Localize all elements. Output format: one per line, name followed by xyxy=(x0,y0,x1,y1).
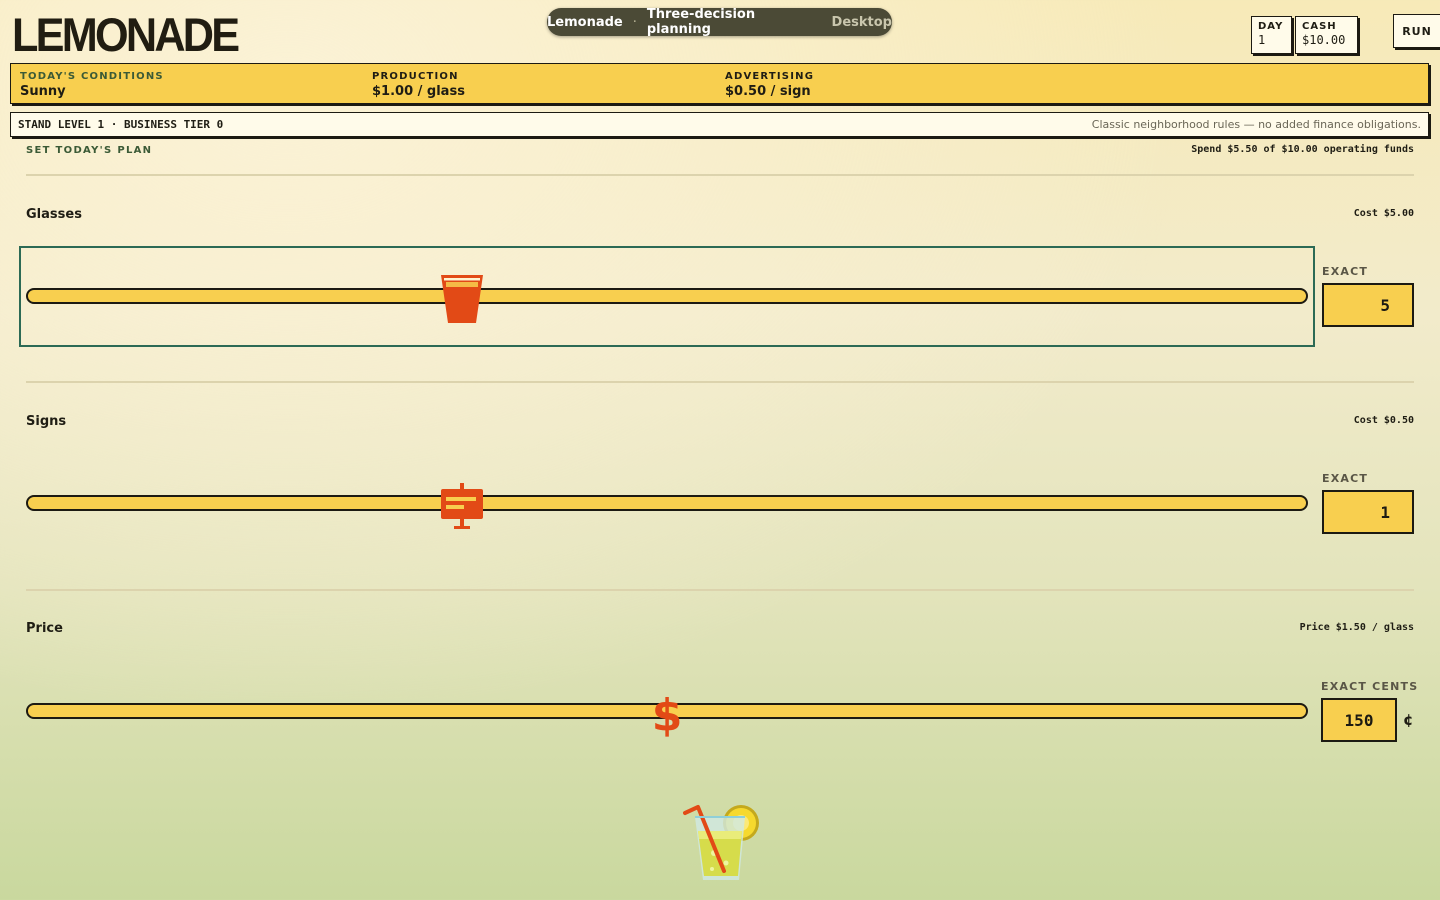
app-title-pill: Lemonade · Three-decision planning Deskt… xyxy=(547,7,892,37)
pill-mode: Desktop xyxy=(831,14,892,30)
signs-exact-input[interactable] xyxy=(1322,490,1414,534)
cash-label: CASH xyxy=(1302,21,1337,32)
glasses-label: Glasses xyxy=(26,207,82,222)
production-label: PRODUCTION xyxy=(372,71,459,82)
svg-text:$: $ xyxy=(652,690,683,737)
signs-cost: Cost $0.50 xyxy=(1353,415,1414,426)
conditions-today-value: Sunny xyxy=(20,84,66,99)
cent-unit: ¢ xyxy=(1403,711,1414,729)
day-stat: DAY 1 xyxy=(1251,16,1292,54)
cash-stat: CASH $10.00 xyxy=(1295,16,1358,54)
dollar-icon[interactable]: $ xyxy=(644,689,690,741)
pill-title: Lemonade xyxy=(547,14,623,30)
price-cost: Price $1.50 / glass xyxy=(1299,622,1414,633)
production-value: $1.00 / glass xyxy=(372,84,465,99)
sign-icon[interactable] xyxy=(439,480,485,536)
advertising-value: $0.50 / sign xyxy=(725,84,811,99)
cup-icon[interactable] xyxy=(439,272,485,330)
glasses-cost: Cost $5.00 xyxy=(1353,208,1414,219)
rules-note: Classic neighborhood rules — no added fi… xyxy=(1091,118,1421,131)
advertising-label: ADVERTISING xyxy=(725,71,815,82)
glasses-exact-label: EXACT xyxy=(1322,265,1369,278)
plan-spend: Spend $5.50 of $10.00 operating funds xyxy=(1191,144,1414,155)
glasses-exact-input[interactable] xyxy=(1322,283,1414,327)
app-logo: LEMONADE xyxy=(12,8,240,61)
cash-value: $10.00 xyxy=(1302,33,1346,47)
glasses-slider-track[interactable] xyxy=(26,288,1308,304)
signs-slider-track[interactable] xyxy=(26,495,1308,511)
lemonade-glass-icon xyxy=(682,803,764,889)
pill-separator: · xyxy=(632,14,637,30)
signs-label: Signs xyxy=(26,414,67,429)
signs-exact-label: EXACT xyxy=(1322,472,1369,485)
conditions-production: PRODUCTION $1.00 / glass xyxy=(372,71,465,99)
price-exact-input[interactable] xyxy=(1321,698,1397,742)
plan-heading: SET TODAY'S PLAN xyxy=(26,145,153,156)
run-button[interactable]: RUN xyxy=(1393,14,1440,48)
divider xyxy=(26,381,1414,383)
day-label: DAY xyxy=(1258,21,1284,32)
conditions-today: TODAY'S CONDITIONS Sunny xyxy=(20,71,164,99)
conditions-advertising: ADVERTISING $0.50 / sign xyxy=(725,71,814,99)
stand-level-bar: STAND LEVEL 1 · BUSINESS TIER 0 Classic … xyxy=(10,112,1429,137)
conditions-today-label: TODAY'S CONDITIONS xyxy=(20,71,164,82)
divider xyxy=(26,174,1414,176)
divider xyxy=(26,589,1414,591)
day-value: 1 xyxy=(1258,33,1266,47)
pill-subtitle: Three-decision planning xyxy=(646,7,756,37)
conditions-bar: TODAY'S CONDITIONS Sunny PRODUCTION $1.0… xyxy=(10,63,1429,104)
stand-level-text: STAND LEVEL 1 · BUSINESS TIER 0 xyxy=(18,118,224,131)
price-exact-label: EXACT CENTS xyxy=(1321,680,1419,693)
price-label: Price xyxy=(26,621,63,636)
